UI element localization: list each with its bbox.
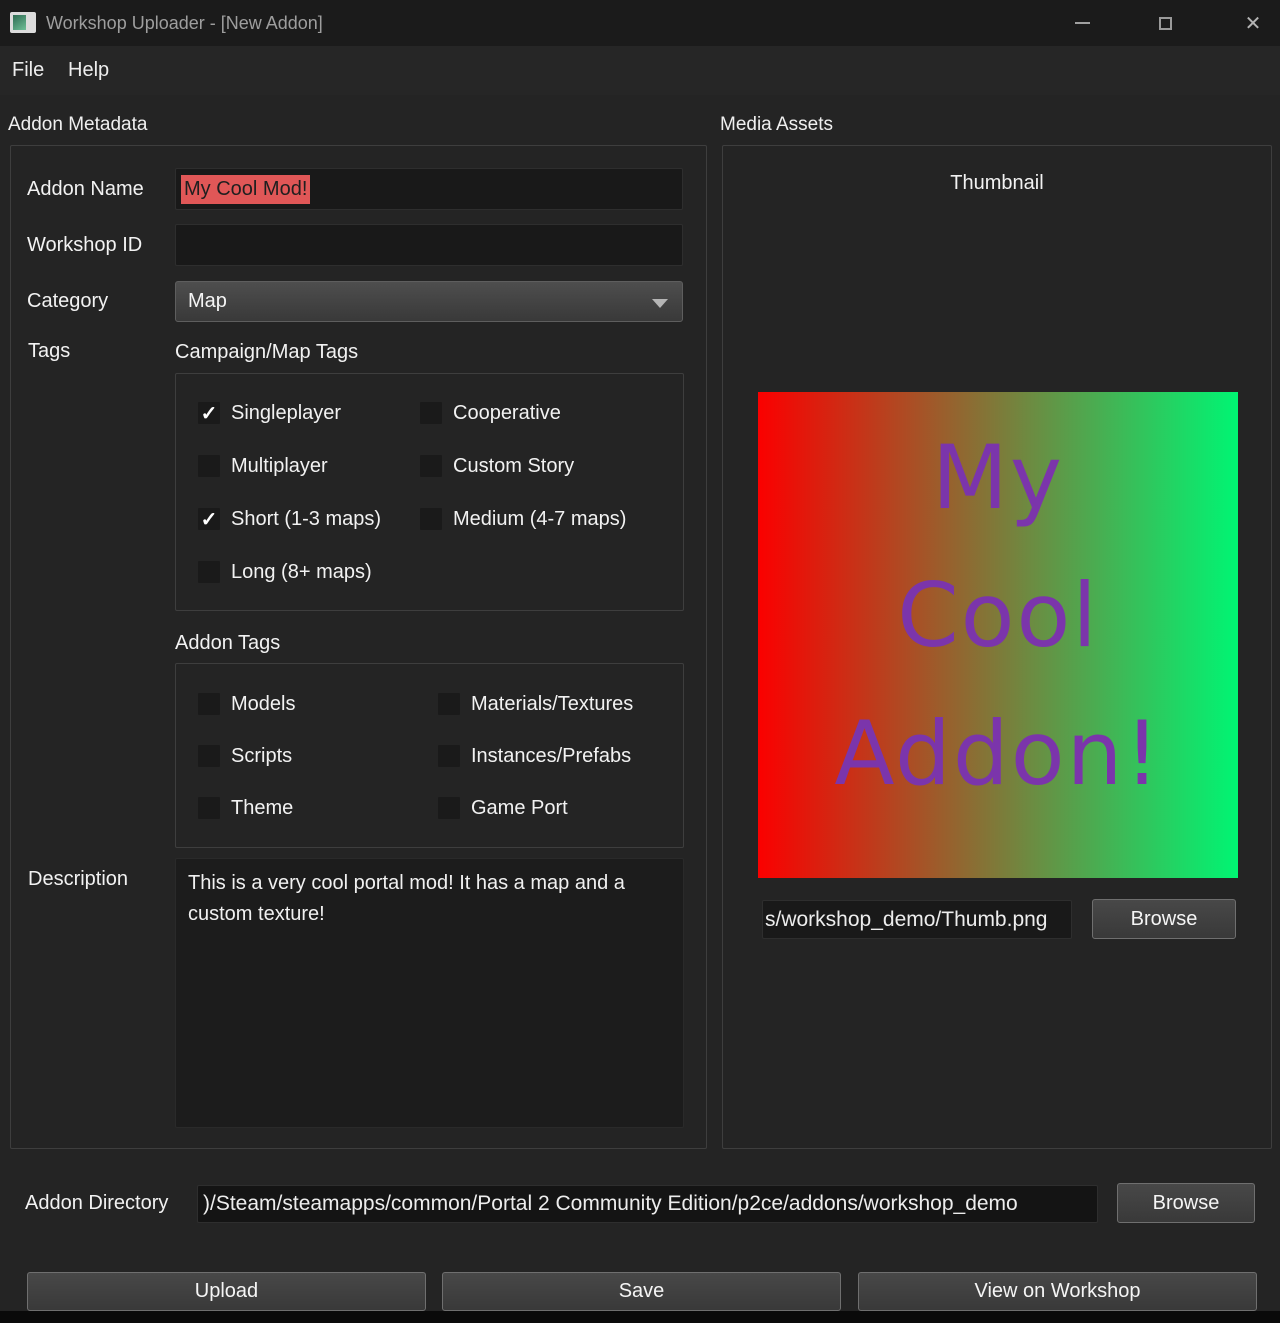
description-textarea[interactable]: This is a very cool portal mod! It has a… xyxy=(175,858,684,1128)
description-label: Description xyxy=(28,868,128,891)
checkbox-label: Multiplayer xyxy=(231,455,328,478)
menu-bar: File Help xyxy=(0,46,1280,95)
checkbox-unchecked-icon[interactable] xyxy=(198,797,220,819)
media-assets-title: Media Assets xyxy=(720,114,833,136)
category-dropdown[interactable]: Map xyxy=(175,281,683,322)
checkbox-unchecked-icon[interactable] xyxy=(198,455,220,477)
checkbox-item-models[interactable]: Models xyxy=(198,693,438,715)
minimize-button[interactable] xyxy=(1059,0,1105,46)
close-button[interactable]: ✕ xyxy=(1230,0,1276,46)
close-icon: ✕ xyxy=(1245,11,1262,36)
chevron-down-icon xyxy=(652,299,668,308)
upload-button[interactable]: Upload xyxy=(27,1272,426,1311)
category-label: Category xyxy=(27,290,108,313)
thumbnail-text-line: Cool xyxy=(897,572,1099,660)
checkbox-label: Instances/Prefabs xyxy=(471,745,631,768)
window-title: Workshop Uploader - [New Addon] xyxy=(46,0,323,46)
menu-help[interactable]: Help xyxy=(62,46,115,95)
app-icon xyxy=(10,12,36,33)
checkbox-label: Short (1-3 maps) xyxy=(231,508,381,531)
addon-name-value: My Cool Mod! xyxy=(181,175,310,204)
checkbox-label: Long (8+ maps) xyxy=(231,561,372,584)
checkbox-item-custom-story[interactable]: Custom Story xyxy=(420,455,668,477)
checkbox-unchecked-icon[interactable] xyxy=(420,402,442,424)
addon-name-label: Addon Name xyxy=(27,178,144,201)
thumbnail-image: My Cool Addon! xyxy=(758,392,1238,878)
checkbox-label: Models xyxy=(231,693,295,716)
checkbox-label: Medium (4-7 maps) xyxy=(453,508,626,531)
addon-tags-title: Addon Tags xyxy=(175,632,280,655)
checkbox-unchecked-icon[interactable] xyxy=(198,745,220,767)
checkbox-unchecked-icon[interactable] xyxy=(198,693,220,715)
checkbox-item-cooperative[interactable]: Cooperative xyxy=(420,402,668,424)
addon-directory-value: )/Steam/steamapps/common/Portal 2 Commun… xyxy=(203,1192,1018,1216)
checkbox-item-medium-4-7-maps[interactable]: Medium (4-7 maps) xyxy=(420,508,668,530)
window-bottom-edge xyxy=(0,1311,1280,1323)
addon-directory-label: Addon Directory xyxy=(25,1192,168,1215)
minimize-icon xyxy=(1075,22,1090,24)
thumbnail-browse-button[interactable]: Browse xyxy=(1092,899,1236,939)
menu-file[interactable]: File xyxy=(6,46,50,95)
checkbox-item-multiplayer[interactable]: Multiplayer xyxy=(198,455,420,477)
checkbox-label: Theme xyxy=(231,797,293,820)
category-value: Map xyxy=(188,290,227,313)
checkbox-checked-icon[interactable]: ✓ xyxy=(198,508,220,530)
save-button[interactable]: Save xyxy=(442,1272,841,1311)
checkbox-checked-icon[interactable]: ✓ xyxy=(198,402,220,424)
campaign-tags-title: Campaign/Map Tags xyxy=(175,341,358,364)
checkbox-item-theme[interactable]: Theme xyxy=(198,797,438,819)
thumbnail-path-input[interactable]: s/workshop_demo/Thumb.png xyxy=(762,900,1072,939)
checkbox-item-short-1-3-maps[interactable]: ✓ Short (1-3 maps) xyxy=(198,508,420,530)
maximize-button[interactable] xyxy=(1142,0,1188,46)
thumbnail-text-line: Addon! xyxy=(834,710,1161,798)
campaign-tags-list: ✓ Singleplayer Cooperative Multiplayer Custo… xyxy=(198,402,668,614)
addon-metadata-title: Addon Metadata xyxy=(8,114,147,136)
maximize-icon xyxy=(1159,17,1172,30)
checkbox-item-game-port[interactable]: Game Port xyxy=(438,797,668,819)
checkbox-unchecked-icon[interactable] xyxy=(438,797,460,819)
checkbox-item-singleplayer[interactable]: ✓ Singleplayer xyxy=(198,402,420,424)
thumbnail-text-line: My xyxy=(932,434,1064,522)
checkbox-item-instances-prefabs[interactable]: Instances/Prefabs xyxy=(438,745,668,767)
checkbox-label: Materials/Textures xyxy=(471,693,633,716)
addon-directory-input[interactable]: )/Steam/steamapps/common/Portal 2 Commun… xyxy=(197,1185,1098,1223)
workshop-id-input[interactable] xyxy=(175,224,683,266)
checkbox-label: Singleplayer xyxy=(231,402,341,425)
workshop-id-label: Workshop ID xyxy=(27,234,142,257)
checkbox-label: Scripts xyxy=(231,745,292,768)
title-bar: Workshop Uploader - [New Addon] ✕ xyxy=(0,0,1280,46)
tags-label: Tags xyxy=(28,340,70,363)
thumbnail-label: Thumbnail xyxy=(722,172,1272,195)
checkbox-unchecked-icon[interactable] xyxy=(438,745,460,767)
checkbox-unchecked-icon[interactable] xyxy=(420,508,442,530)
addon-name-input[interactable]: My Cool Mod! xyxy=(175,168,683,210)
addon-tags-list: Models Materials/Textures Scripts Instances… xyxy=(198,693,668,849)
checkbox-unchecked-icon[interactable] xyxy=(198,561,220,583)
checkbox-unchecked-icon[interactable] xyxy=(438,693,460,715)
thumbnail-path-value: s/workshop_demo/Thumb.png xyxy=(765,908,1048,932)
checkbox-item-materials-textures[interactable]: Materials/Textures xyxy=(438,693,668,715)
checkbox-unchecked-icon[interactable] xyxy=(420,455,442,477)
checkbox-item-long-8-maps[interactable]: Long (8+ maps) xyxy=(198,561,420,583)
checkbox-label: Cooperative xyxy=(453,402,561,425)
directory-browse-button[interactable]: Browse xyxy=(1117,1183,1255,1223)
checkbox-label: Game Port xyxy=(471,797,568,820)
workshop-uploader-window: Workshop Uploader - [New Addon] ✕ File H… xyxy=(0,0,1280,1323)
view-on-workshop-button[interactable]: View on Workshop xyxy=(858,1272,1257,1311)
checkbox-label: Custom Story xyxy=(453,455,574,478)
checkbox-item-scripts[interactable]: Scripts xyxy=(198,745,438,767)
